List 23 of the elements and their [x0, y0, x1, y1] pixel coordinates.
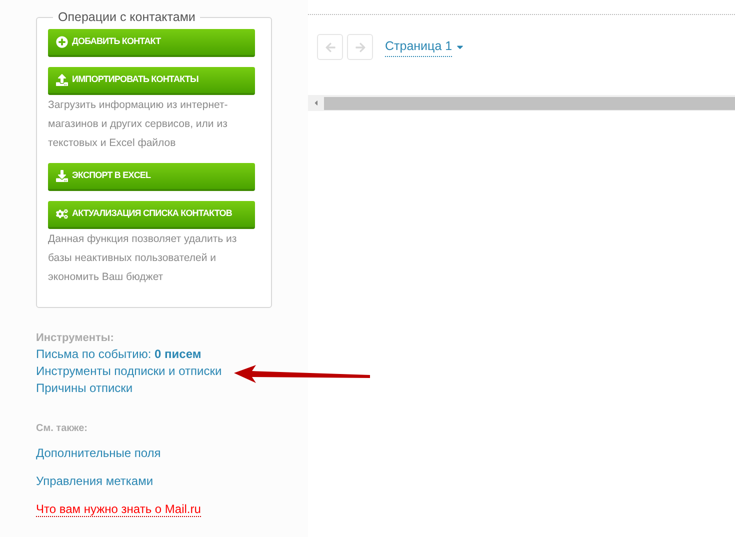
see-also-link[interactable]: Дополнительные поля — [36, 446, 161, 460]
tool-link[interactable]: Инструменты подписки и отписки — [36, 364, 222, 378]
tool-link[interactable]: Причины отписки — [36, 381, 133, 396]
tool-link[interactable]: Письма по событию: 0 писем — [36, 347, 202, 362]
tools-heading: Инструменты: — [36, 330, 115, 346]
button-description: Данная функция позволяет удалить из базы неактивных пользователей и экономить Ваш бюджет — [48, 232, 238, 285]
upload-icon — [56, 74, 68, 86]
see-also-heading: См. также: — [36, 422, 88, 436]
left-arrow-icon — [324, 42, 336, 52]
horizontal-scrollbar[interactable] — [308, 95, 735, 111]
action-button[interactable]: АКТУАЛИЗАЦИЯ СПИСКА КОНТАКТОВ — [48, 200, 255, 229]
download-icon — [56, 170, 68, 182]
button-description: Загрузить информацию из интернет-магазинов и других сервисов, или из текстовых и Excel файлов — [48, 98, 229, 151]
right-arrow-icon — [354, 42, 366, 52]
see-also-link[interactable]: Что вам нужно знать о Mail.ru — [36, 502, 201, 518]
action-button[interactable]: ИМПОРТИРОВАТЬ КОНТАКТЫ — [48, 66, 255, 95]
action-button[interactable]: ДОБАВИТЬ КОНТАКТ — [48, 28, 255, 57]
panel-legend: Операции с контактами — [53, 8, 200, 27]
see-also-link[interactable]: Управления метками — [36, 474, 154, 488]
page-selector[interactable]: Страница 1 — [385, 37, 452, 57]
scroll-left-icon — [312, 99, 320, 107]
gears-icon — [56, 208, 68, 220]
action-button[interactable]: ЭКСПОРТ В EXCEL — [48, 162, 255, 191]
